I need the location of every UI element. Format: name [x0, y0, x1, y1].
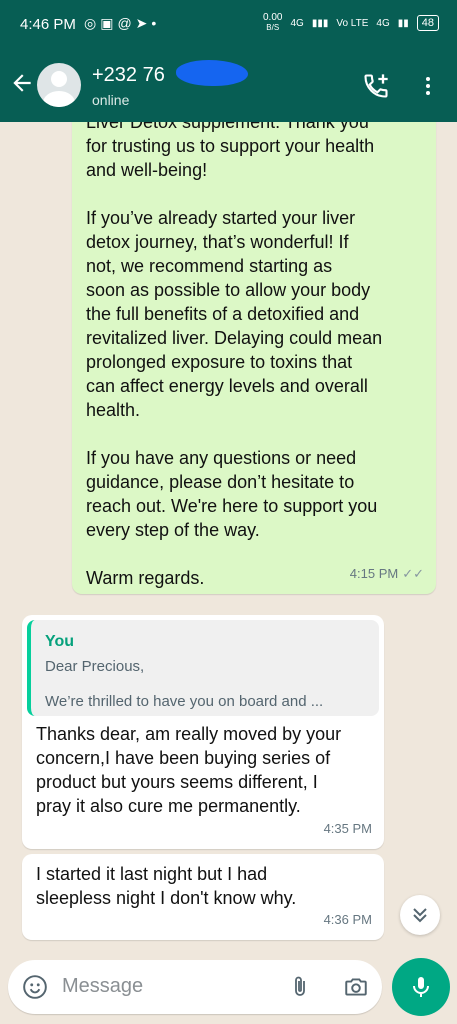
battery-indicator: 48 — [416, 15, 439, 31]
data-speed-unit: B/S — [266, 23, 280, 32]
message-input[interactable]: Message — [62, 975, 143, 998]
threads-icon: @ — [117, 15, 136, 31]
message-bubble-incoming[interactable]: You Dear Precious, We’re thrilled to hav… — [22, 615, 384, 849]
chat-area[interactable]: Liver Detox supplement. Thank you for tr… — [0, 122, 457, 954]
status-bar: 4:46 PM ◎▣@➤• 0.00 B/S 4G ▮▮▮ Vo LTE 4G … — [0, 0, 457, 50]
composer-bar: Message — [0, 954, 457, 1024]
message-text: I started it last night but I had sleepl… — [36, 864, 297, 908]
microphone-icon — [413, 977, 429, 997]
double-chevron-down-icon — [413, 908, 427, 923]
message-input-container[interactable]: Message — [8, 960, 382, 1014]
more-options-icon[interactable] — [418, 74, 438, 98]
add-call-icon[interactable] — [362, 72, 390, 100]
whatsapp-icon: ◎ — [84, 15, 101, 31]
data-speed-value: 0.00 — [263, 12, 283, 23]
chat-header: +232 76 online — [0, 50, 457, 122]
data-speed: 0.00 B/S — [263, 13, 282, 33]
quote-line: We’re thrilled to have you on board and … — [45, 693, 324, 710]
network-1: 4G — [290, 17, 304, 29]
message-time: 4:35 PM — [323, 821, 372, 836]
double-check-icon: ✓✓ — [402, 566, 424, 581]
status-time: 4:46 PM — [20, 16, 76, 33]
avatar[interactable] — [37, 63, 81, 107]
back-arrow-icon[interactable] — [9, 70, 35, 96]
notification-icons: ◎▣@➤• — [84, 15, 160, 32]
message-bubble-outgoing[interactable]: Liver Detox supplement. Thank you for tr… — [72, 122, 436, 594]
message-time: 4:36 PM — [323, 912, 372, 927]
avatar-body — [43, 91, 75, 107]
network-2: Vo LTE — [336, 17, 369, 29]
contact-name[interactable]: +232 76 — [92, 64, 165, 87]
message-time: 4:15 PM ✓✓ — [350, 562, 424, 586]
avatar-head — [51, 71, 67, 87]
message-text: Liver Detox supplement. Thank you for tr… — [86, 122, 383, 588]
voice-message-button[interactable] — [392, 958, 450, 1016]
message-bubble-incoming[interactable]: I started it last night but I had sleepl… — [22, 854, 384, 940]
emoji-icon[interactable] — [22, 974, 48, 1000]
telegram-icon: ➤ — [135, 15, 152, 31]
message-time-value: 4:15 PM — [349, 566, 399, 581]
message-icon: ▣ — [100, 15, 118, 31]
signal-icon: ▮▮ — [397, 17, 409, 29]
quote-author: You — [45, 633, 75, 650]
dot-icon: • — [151, 15, 161, 31]
camera-icon[interactable] — [342, 974, 370, 1000]
network-3: 4G — [376, 17, 390, 29]
quoted-message[interactable]: You Dear Precious, We’re thrilled to hav… — [27, 620, 379, 716]
signal-icon: ▮▮▮ — [311, 17, 329, 29]
attachment-icon[interactable] — [288, 973, 312, 1001]
quote-line: Dear Precious, — [45, 658, 145, 675]
contact-status: online — [92, 92, 130, 108]
scroll-to-bottom-button[interactable] — [400, 895, 440, 935]
redaction-mark — [176, 60, 248, 86]
